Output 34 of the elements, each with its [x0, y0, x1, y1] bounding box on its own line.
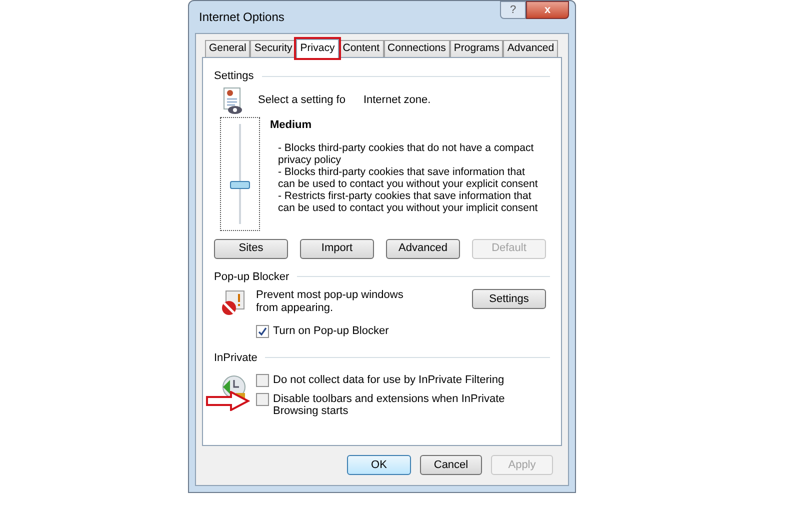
level-description: - Blocks third-party cookies that save information that can be used to contact you without your explicit consent [278, 166, 539, 190]
level-description: - Restricts first-party cookies that save information that can be used to contact you without your implicit consent [278, 190, 539, 214]
tab[interactable]: General [205, 40, 250, 57]
checkbox-label[interactable]: Turn on Pop-up Blocker [273, 323, 389, 340]
checkbox-label[interactable]: Disable toolbars and extensions when InPrivate Browsing starts [273, 393, 535, 417]
blocked-window-icon [220, 289, 246, 317]
action-button[interactable]: Cancel [420, 455, 482, 475]
group-heading: Pop-up Blocker [214, 270, 290, 284]
privacy-slider[interactable] [220, 116, 260, 230]
zone-text: Internet zone. [363, 93, 431, 108]
group-heading: InPrivate [214, 350, 258, 366]
intro-text: Select a setting fo [258, 93, 346, 108]
action-button[interactable]: Advanced [386, 238, 460, 258]
action-button[interactable]: Import [300, 238, 374, 258]
level-name: Medium [270, 118, 313, 132]
tab[interactable]: Programs [450, 40, 504, 57]
tab[interactable]: Advanced [503, 40, 558, 57]
checkbox[interactable] [256, 324, 269, 338]
group-heading: Settings [214, 69, 254, 84]
action-button[interactable]: Sites [214, 238, 288, 258]
tab[interactable]: Content [338, 40, 384, 57]
level-description: - Blocks third-party cookies that do not have a compact privacy policy [278, 142, 535, 166]
action-button[interactable]: OK [347, 455, 411, 475]
slider-thumb[interactable] [230, 181, 250, 190]
popup-description: Prevent most pop-up windows from appearing. [256, 289, 404, 315]
help-button[interactable]: ? [500, 1, 526, 19]
tab[interactable]: Connections [384, 40, 450, 57]
tab[interactable]: Security [250, 40, 296, 57]
checkbox[interactable] [256, 393, 269, 406]
action-button[interactable]: Settings [472, 289, 546, 309]
checkbox[interactable] [256, 374, 269, 387]
tab[interactable]: Privacy [296, 39, 339, 58]
checkbox-label[interactable]: Do not collect data for use by InPrivate Filtering [273, 374, 535, 386]
window-title: Internet Options [199, 9, 284, 26]
